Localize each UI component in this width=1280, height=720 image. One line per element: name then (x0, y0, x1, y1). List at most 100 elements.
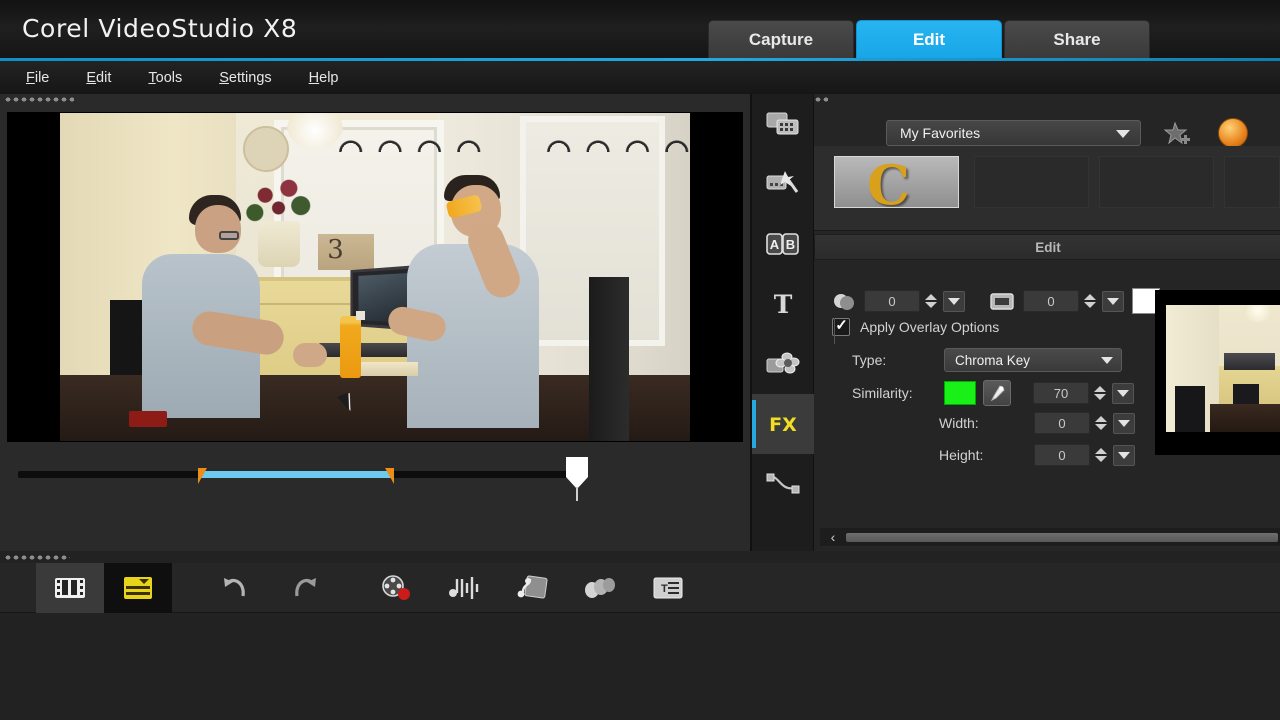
text-t-icon: T (765, 288, 801, 320)
similarity-label: Similarity: (852, 385, 944, 401)
panel-grip-left[interactable] (4, 96, 74, 103)
sidebar-item-transitions[interactable]: A B (752, 214, 814, 274)
tab-share[interactable]: Share (1004, 20, 1150, 58)
menu-file[interactable]: File (24, 67, 51, 89)
softedge-border-row: 0 0 (832, 288, 1160, 314)
redo-icon (289, 574, 319, 602)
menu-tools[interactable]: Tools (146, 67, 184, 89)
height-value[interactable]: 0 (1034, 444, 1090, 466)
svg-text:A: A (770, 237, 780, 252)
library-thumbnail-item[interactable]: C (834, 156, 959, 208)
media-film-icon (765, 108, 801, 140)
border-value[interactable]: 0 (1023, 290, 1079, 312)
soft-edge-dropdown[interactable] (943, 291, 965, 312)
timeline-toolbar: T (0, 563, 1280, 613)
width-label: Width: (939, 415, 1034, 431)
add-to-favorites-button[interactable] (1162, 120, 1196, 148)
sidebar-item-filters[interactable]: FX (752, 394, 814, 454)
auto-music-button[interactable] (498, 563, 566, 613)
waveform-icon (447, 574, 481, 602)
scrub-bar[interactable] (18, 457, 578, 497)
trim-out-marker[interactable] (385, 468, 394, 484)
height-dropdown[interactable] (1113, 445, 1135, 466)
graphics-flower-icon (765, 348, 801, 380)
motion-track-icon (583, 575, 617, 601)
title-bar: Corel VideoStudio X8 Capture Edit Share (0, 0, 1280, 62)
options-horizontal-scrollbar[interactable]: ‹ (820, 528, 1280, 546)
magic-wand-icon (765, 168, 801, 200)
library-filter-select[interactable]: My Favorites (886, 120, 1141, 146)
menu-help[interactable]: Help (307, 67, 341, 89)
type-select[interactable]: Chroma Key (944, 348, 1122, 372)
height-spinner[interactable] (1094, 444, 1108, 466)
border-spinner[interactable] (1083, 290, 1097, 312)
library-empty-cell[interactable] (1224, 156, 1280, 208)
preview-playhead[interactable] (566, 457, 588, 491)
timeline-icon (123, 575, 153, 601)
motion-tracking-button[interactable] (566, 563, 634, 613)
width-dropdown[interactable] (1113, 413, 1135, 434)
sidebar-item-graphics[interactable] (752, 334, 814, 394)
timeline-view-button[interactable] (104, 563, 172, 613)
svg-text:T: T (774, 291, 793, 317)
chevron-down-icon (1101, 357, 1113, 364)
sidebar-item-path[interactable] (752, 454, 814, 514)
preview-scene (60, 113, 690, 441)
similarity-value[interactable]: 70 (1033, 382, 1089, 404)
menu-edit[interactable]: Edit (84, 67, 113, 89)
menu-settings[interactable]: Settings (217, 67, 273, 89)
svg-text:FX: FX (769, 414, 797, 436)
audio-mixer-button[interactable] (430, 563, 498, 613)
sidebar-item-media[interactable] (752, 94, 814, 154)
scroll-left-icon[interactable]: ‹ (820, 529, 846, 545)
soft-edge-spinner[interactable] (924, 290, 938, 312)
tab-capture[interactable]: Capture (708, 20, 854, 58)
timeline-panel: T (0, 551, 1280, 720)
width-spinner[interactable] (1094, 412, 1108, 434)
fx-icon: FX (765, 408, 801, 440)
library-empty-cell[interactable] (974, 156, 1089, 208)
apply-overlay-label: Apply Overlay Options (860, 319, 999, 335)
sidebar-item-instant-project[interactable] (752, 154, 814, 214)
library-icon-rail: A B T (752, 94, 814, 551)
similarity-dropdown[interactable] (1112, 383, 1134, 404)
multi-trim-button[interactable]: T (634, 563, 702, 613)
menu-bar: File Edit Tools Settings Help (0, 61, 1280, 94)
trim-in-marker[interactable] (198, 468, 207, 484)
storyboard-view-button[interactable] (36, 563, 104, 613)
redo-button[interactable] (270, 563, 338, 613)
tab-edit[interactable]: Edit (856, 20, 1002, 58)
border-icon[interactable] (989, 290, 1015, 312)
width-value[interactable]: 0 (1034, 412, 1090, 434)
similarity-spinner[interactable] (1093, 382, 1107, 404)
height-label: Height: (939, 447, 1034, 463)
preview-video-frame[interactable] (7, 112, 743, 442)
soft-edge-value[interactable]: 0 (864, 290, 920, 312)
corel-c-glyph: C (867, 156, 910, 208)
width-row: Width: 0 (939, 412, 1135, 434)
border-dropdown[interactable] (1102, 291, 1124, 312)
library-toolbar: My Favorites (814, 94, 1280, 146)
eyedropper-icon[interactable] (983, 380, 1011, 406)
options-edit-tab[interactable]: Edit (814, 234, 1280, 260)
type-label: Type: (852, 352, 944, 368)
letterbox-left (8, 113, 60, 441)
apply-overlay-checkbox[interactable]: ✓ (832, 318, 850, 336)
timeline-grip[interactable] (4, 554, 70, 561)
undo-button[interactable] (202, 563, 270, 613)
apply-overlay-row: ✓ Apply Overlay Options (832, 318, 999, 336)
chroma-color-swatch[interactable] (944, 381, 976, 405)
scrollbar-thumb[interactable] (846, 533, 1278, 542)
library-items-strip: C (814, 146, 1280, 231)
height-row: Height: 0 (939, 444, 1135, 466)
overlay-preview-thumbnail[interactable] (1155, 290, 1280, 455)
record-capture-button[interactable] (362, 563, 430, 613)
library-empty-cell[interactable] (1099, 156, 1214, 208)
soft-edge-icon[interactable] (832, 290, 856, 312)
videostudio-window: Corel VideoStudio X8 Capture Edit Share … (0, 0, 1280, 720)
workspace-tabs: Capture Edit Share (708, 20, 1152, 58)
sidebar-item-titles[interactable]: T (752, 274, 814, 334)
letterbox-right (690, 113, 742, 441)
type-row: Type: Chroma Key (852, 348, 1122, 372)
library-options-button[interactable] (1218, 118, 1248, 148)
